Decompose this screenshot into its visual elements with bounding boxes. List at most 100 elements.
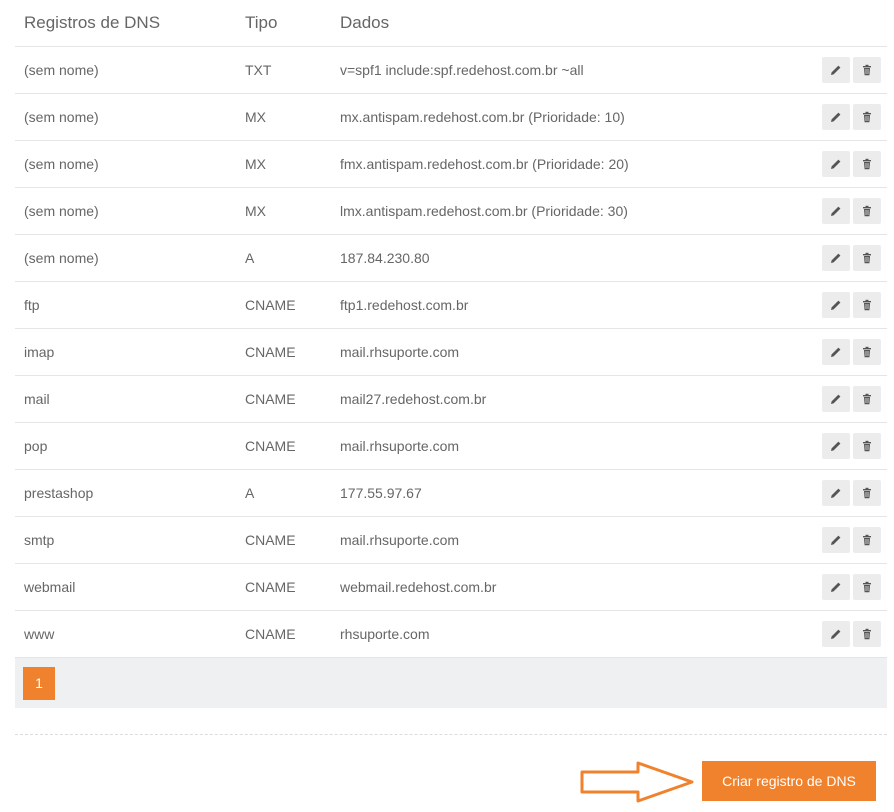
trash-icon [863, 628, 871, 640]
delete-record-button[interactable] [853, 386, 881, 412]
table-body: (sem nome) TXT v=spf1 include:spf.redeho… [15, 46, 887, 658]
row-actions [811, 422, 887, 470]
edit-record-button[interactable] [822, 245, 850, 271]
table-row: (sem nome) A 187.84.230.80 [15, 234, 887, 282]
column-header-type: Tipo [236, 0, 331, 47]
record-type: A [236, 234, 331, 282]
record-type: CNAME [236, 422, 331, 470]
record-data: v=spf1 include:spf.redehost.com.br ~all [331, 46, 811, 94]
pencil-icon [831, 394, 841, 404]
record-data: 177.55.97.67 [331, 469, 811, 517]
record-type: TXT [236, 46, 331, 94]
table-row: imap CNAME mail.rhsuporte.com [15, 328, 887, 376]
delete-record-button[interactable] [853, 57, 881, 83]
record-name: (sem nome) [15, 234, 236, 282]
record-data: mail.rhsuporte.com [331, 422, 811, 470]
pencil-icon [831, 582, 841, 592]
delete-record-button[interactable] [853, 292, 881, 318]
create-dns-record-button[interactable]: Criar registro de DNS [702, 761, 876, 801]
record-type: CNAME [236, 516, 331, 564]
table-row: (sem nome) MX fmx.antispam.redehost.com.… [15, 140, 887, 188]
delete-record-button[interactable] [853, 198, 881, 224]
column-header-name: Registros de DNS [15, 0, 236, 47]
table-row: prestashop A 177.55.97.67 [15, 469, 887, 517]
record-data: mx.antispam.redehost.com.br (Prioridade:… [331, 93, 811, 141]
edit-record-button[interactable] [822, 386, 850, 412]
record-data: lmx.antispam.redehost.com.br (Prioridade… [331, 187, 811, 235]
dns-records-table: Registros de DNS Tipo Dados (sem nome) T… [15, 0, 887, 658]
record-data: webmail.redehost.com.br [331, 563, 811, 611]
pencil-icon [831, 206, 841, 216]
record-type: MX [236, 140, 331, 188]
trash-icon [863, 487, 871, 499]
pencil-icon [831, 441, 841, 451]
row-actions [811, 563, 887, 611]
pencil-icon [831, 488, 841, 498]
row-actions [811, 610, 887, 658]
delete-record-button[interactable] [853, 621, 881, 647]
row-actions [811, 375, 887, 423]
trash-icon [863, 64, 871, 76]
arrow-right-icon [580, 761, 694, 803]
record-type: CNAME [236, 328, 331, 376]
edit-record-button[interactable] [822, 151, 850, 177]
delete-record-button[interactable] [853, 104, 881, 130]
table-header-row: Registros de DNS Tipo Dados [15, 0, 887, 47]
table-row: www CNAME rhsuporte.com [15, 610, 887, 658]
edit-record-button[interactable] [822, 621, 850, 647]
table-row: (sem nome) TXT v=spf1 include:spf.redeho… [15, 46, 887, 94]
row-actions [811, 328, 887, 376]
page-1-button[interactable]: 1 [23, 667, 55, 700]
pencil-icon [831, 159, 841, 169]
delete-record-button[interactable] [853, 527, 881, 553]
row-actions [811, 46, 887, 94]
edit-record-button[interactable] [822, 433, 850, 459]
edit-record-button[interactable] [822, 198, 850, 224]
row-actions [811, 140, 887, 188]
pencil-icon [831, 629, 841, 639]
row-actions [811, 469, 887, 517]
delete-record-button[interactable] [853, 245, 881, 271]
dns-records-panel: Registros de DNS Tipo Dados (sem nome) T… [15, 0, 887, 708]
edit-record-button[interactable] [822, 339, 850, 365]
edit-record-button[interactable] [822, 480, 850, 506]
edit-record-button[interactable] [822, 574, 850, 600]
record-data: mail.rhsuporte.com [331, 328, 811, 376]
delete-record-button[interactable] [853, 151, 881, 177]
record-data: mail.rhsuporte.com [331, 516, 811, 564]
trash-icon [863, 158, 871, 170]
delete-record-button[interactable] [853, 339, 881, 365]
trash-icon [863, 111, 871, 123]
record-data: rhsuporte.com [331, 610, 811, 658]
pencil-icon [831, 347, 841, 357]
edit-record-button[interactable] [822, 292, 850, 318]
pencil-icon [831, 112, 841, 122]
record-name: ftp [15, 281, 236, 329]
record-name: www [15, 610, 236, 658]
record-name: imap [15, 328, 236, 376]
table-row: ftp CNAME ftp1.redehost.com.br [15, 281, 887, 329]
table-row: pop CNAME mail.rhsuporte.com [15, 422, 887, 470]
edit-record-button[interactable] [822, 57, 850, 83]
record-name: smtp [15, 516, 236, 564]
pencil-icon [831, 253, 841, 263]
table-row: smtp CNAME mail.rhsuporte.com [15, 516, 887, 564]
dashed-divider [15, 734, 887, 735]
delete-record-button[interactable] [853, 480, 881, 506]
delete-record-button[interactable] [853, 433, 881, 459]
trash-icon [863, 440, 871, 452]
column-header-actions [811, 0, 887, 47]
edit-record-button[interactable] [822, 104, 850, 130]
pagination-bar: 1 [15, 658, 887, 708]
trash-icon [863, 393, 871, 405]
record-type: A [236, 469, 331, 517]
trash-icon [863, 252, 871, 264]
record-data: mail27.redehost.com.br [331, 375, 811, 423]
record-type: MX [236, 93, 331, 141]
record-type: MX [236, 187, 331, 235]
edit-record-button[interactable] [822, 527, 850, 553]
pencil-icon [831, 65, 841, 75]
row-actions [811, 516, 887, 564]
delete-record-button[interactable] [853, 574, 881, 600]
record-data: ftp1.redehost.com.br [331, 281, 811, 329]
